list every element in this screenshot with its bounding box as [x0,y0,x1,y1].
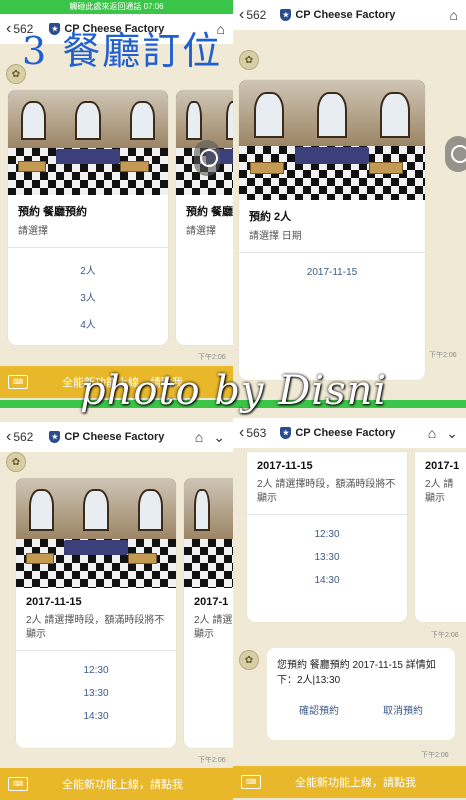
confirmation-message: 您預約 餐廳預約 2017-11-15 詳情如下：2人|13:30 [277,660,436,686]
time-card-next: 2017-1 2人 請 顯示 [415,452,466,622]
panel-bottom-right: ‹ 563 ★ CP Cheese Factory ⌂ ⌄ 2017-11-15 2人 … [233,400,466,800]
option-time-1430[interactable]: 14:30 [247,569,407,592]
option-2-people[interactable]: 2人 [8,256,168,283]
keyboard-icon[interactable]: ⌨ [241,775,261,789]
reservation-card: 預約 餐廳預約 請選擇 2人 3人 4人 [8,90,168,345]
back-button[interactable]: ‹ 562 [0,429,33,445]
timestamp: 下午2:06 [431,632,459,639]
option-4-people[interactable]: 4人 [8,310,168,337]
timestamp: 下午2:06 [421,752,449,759]
scroll-indicator[interactable] [445,136,466,172]
option-date[interactable]: 2017-11-15 [239,261,425,284]
back-button[interactable]: ‹ 563 [233,425,266,441]
timestamp: 下午2:06 [198,354,226,361]
card-subtitle: 2人 請選 顯示 [194,615,233,640]
card-title: 預約 餐廳預約 [18,206,88,218]
shield-icon: ★ [49,431,61,443]
chat-header: ‹ 562 ★ CP Cheese Factory ⌂ [233,0,466,30]
back-button[interactable]: ‹ 562 [233,7,266,23]
card-title: 2017-1 [194,596,229,608]
bottom-bar-label: 全能新功能上線，請點我 [295,777,416,789]
call-status-banner[interactable]: 觸碰此處來返回通話 07:06 [0,0,233,14]
home-icon[interactable]: ⌂ [195,429,203,446]
home-icon[interactable]: ⌂ [428,425,436,442]
keyboard-icon[interactable]: ⌨ [8,375,28,389]
timestamp: 下午2:06 [429,352,457,359]
confirmation-card: 您預約 餐廳預約 2017-11-15 詳情如下：2人|13:30 確認預約 取… [267,648,455,740]
option-time-1230[interactable]: 12:30 [16,659,176,682]
card-subtitle: 請選擇 [18,226,48,237]
card-title: 預約 2人 [249,211,292,223]
cancel-button[interactable]: 取消預約 [383,702,423,717]
bottom-menu-bar[interactable]: ⌨ 全能新功能上線，請點我 [233,766,466,798]
avatar[interactable]: ✿ [239,50,259,70]
date-card: 預約 2人請選擇 日期 2017-11-15 [239,80,425,380]
option-time-1330[interactable]: 13:30 [16,682,176,705]
restaurant-photo [16,478,176,588]
card-subtitle: 2人 請 顯示 [425,479,454,504]
chevron-left-icon: ‹ [6,428,12,445]
overlay-title: 3 餐廳訂位 [22,29,223,73]
restaurant-photo [184,478,233,588]
restaurant-photo [8,90,168,195]
option-time-1430[interactable]: 14:30 [16,705,176,728]
photo-watermark: photo by Disni [80,368,388,414]
chevron-left-icon: ‹ [6,20,12,37]
confirm-button[interactable]: 確認預約 [299,702,339,717]
chat-title: ★ CP Cheese Factory [49,431,164,443]
chat-header: ‹ 562 ★ CP Cheese Factory ⌂ ⌄ [0,422,233,452]
card-title: 2017-1 [425,460,460,472]
option-time-1230[interactable]: 12:30 [247,523,407,546]
time-card: 2017-11-15 2人 請選擇時段，額滿時段將不顯示 12:30 13:30 … [16,478,176,748]
chevron-down-icon[interactable]: ⌄ [213,429,225,446]
card-subtitle: 請選擇 日期 [249,231,302,242]
chevron-down-icon[interactable]: ⌄ [446,425,458,442]
option-time-1330[interactable]: 13:30 [247,546,407,569]
card-subtitle: 2人 請選擇時段，額滿時段將不顯示 [257,479,396,504]
bottom-menu-bar[interactable]: ⌨ 全能新功能上線，請點我 [0,768,233,800]
avatar[interactable]: ✿ [239,650,259,670]
timestamp: 下午2:06 [198,757,226,764]
chevron-left-icon: ‹ [239,424,245,441]
restaurant-photo [239,80,425,200]
card-title: 2017-11-15 [26,596,82,608]
time-card: 2017-11-15 2人 請選擇時段，額滿時段將不顯示 12:30 13:30 … [247,452,407,622]
card-title: 2017-11-15 [257,460,313,472]
panel-top-right: ‹ 562 ★ CP Cheese Factory ⌂ ✿ 預約 2人請選擇 日期 … [233,0,466,400]
shield-icon: ★ [280,427,292,439]
option-3-people[interactable]: 3人 [8,283,168,310]
chat-title: ★ CP Cheese Factory [280,9,395,21]
shield-icon: ★ [280,9,292,21]
card-subtitle: 2人 請選擇時段，額滿時段將不顯示 [26,615,165,640]
avatar[interactable]: ✿ [6,452,26,472]
chat-header: ‹ 563 ★ CP Cheese Factory ⌂ ⌄ [233,418,466,448]
scroll-indicator[interactable] [194,140,220,176]
bottom-bar-label: 全能新功能上線，請點我 [62,779,183,791]
time-card-next: 2017-1 2人 請選 顯示 [184,478,233,748]
home-icon[interactable]: ⌂ [450,7,458,23]
chat-title: ★ CP Cheese Factory [280,427,395,439]
reservation-card-next: 預約 餐廳 請選擇 [176,90,233,345]
card-subtitle: 請選擇 [186,226,216,237]
keyboard-icon[interactable]: ⌨ [8,777,28,791]
card-title: 預約 餐廳 [186,206,233,218]
chevron-left-icon: ‹ [239,6,245,23]
panel-bottom-left: ‹ 562 ★ CP Cheese Factory ⌂ ⌄ ✿ 2017-11-15 2… [0,400,233,800]
